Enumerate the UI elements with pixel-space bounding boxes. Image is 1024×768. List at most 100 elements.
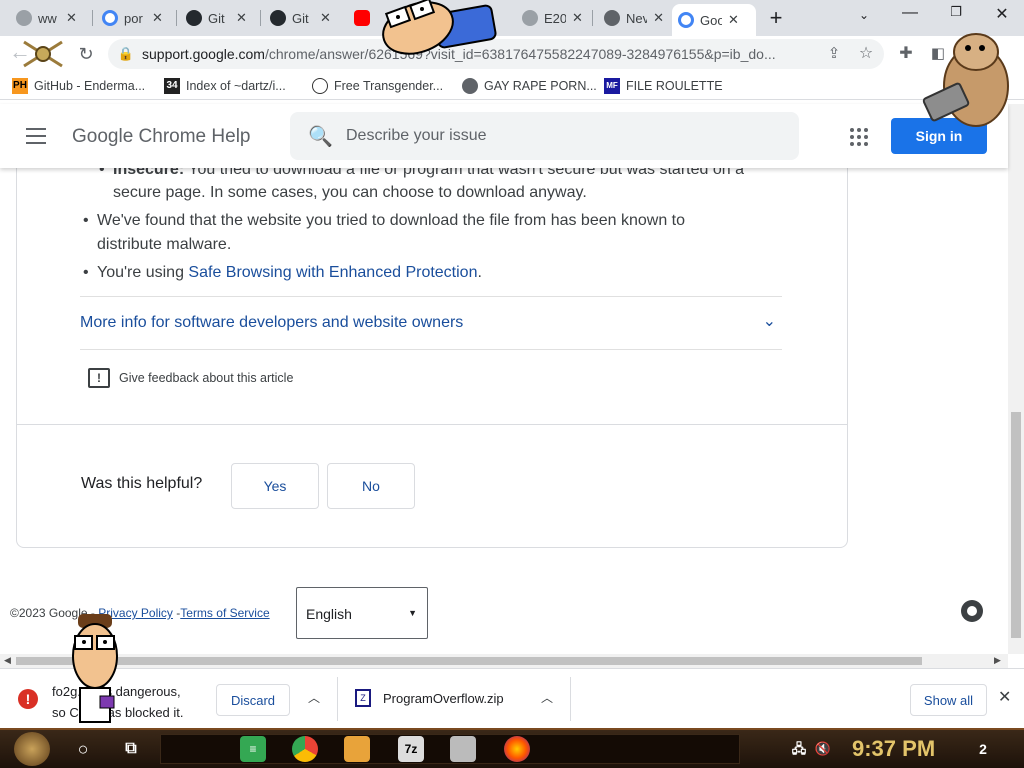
menu-hamburger-icon[interactable]: [26, 128, 46, 144]
lock-icon[interactable]: 🔒: [114, 42, 138, 66]
bookmark-star-icon[interactable]: ☆: [854, 42, 878, 66]
close-shelf-icon[interactable]: ✕: [998, 687, 1011, 707]
close-tab-icon[interactable]: ✕: [320, 10, 331, 26]
tab-2[interactable]: por ✕: [96, 4, 176, 32]
github-icon: [186, 10, 202, 26]
globe-icon: [462, 78, 478, 94]
tab-active[interactable]: Goo ✕: [672, 4, 756, 36]
scroll-left-icon[interactable]: ◀: [4, 655, 11, 666]
help-search[interactable]: 🔍: [290, 112, 799, 160]
google-apps-grid-icon[interactable]: [850, 128, 868, 146]
clock[interactable]: 9:37 PM: [852, 736, 935, 762]
helpful-no-button[interactable]: No: [327, 463, 415, 509]
download-file-name[interactable]: ProgramOverflow.zip: [383, 691, 504, 706]
browser-toolbar: ← ↻ 🔒 support.google.com/chrome/answer/6…: [0, 36, 1024, 72]
feedback-link[interactable]: ! Give feedback about this article: [88, 368, 293, 388]
bookmark-item[interactable]: MF FILE ROULETTE: [604, 77, 723, 95]
language-select[interactable]: English ▼: [296, 587, 428, 639]
more-info-expander[interactable]: More info for software developers and we…: [80, 296, 782, 350]
crossed-swords-sticker: [23, 40, 63, 68]
scrollbar-thumb[interactable]: [16, 657, 922, 665]
github-icon: [270, 10, 286, 26]
horizontal-scrollbar[interactable]: ◀ ▶: [0, 654, 1008, 668]
bookmark-item[interactable]: PH GitHub - Enderma...: [12, 77, 145, 95]
list-item: • Insecure: You tried to download a file…: [99, 168, 744, 178]
reload-icon[interactable]: ↻: [74, 42, 98, 66]
list-item-continuation: distribute malware.: [97, 236, 232, 253]
dropdown-arrow-icon: ▼: [408, 608, 417, 618]
hamster-sticker: [922, 33, 1009, 127]
tab-strip: ww ✕ por ✕ Git ✕ Git ✕ E20 ✕ Nev ✕ Goo ✕…: [0, 0, 1024, 36]
chrome-icon[interactable]: [292, 736, 318, 762]
search-input[interactable]: [346, 124, 776, 148]
task-view-icon[interactable]: ⧉: [118, 736, 144, 762]
url-path: /chrome/answer/6261569?visit_id=63817647…: [264, 46, 776, 62]
help-header: Google Chrome Help 🔍 Sign in: [0, 104, 1008, 168]
bookmark-item[interactable]: GAY RAPE PORN...: [462, 77, 597, 95]
minimize-button[interactable]: —: [892, 4, 928, 24]
bookmarks-bar: PH GitHub - Enderma... 34 Index of ~dart…: [0, 72, 1024, 100]
volume-muted-icon[interactable]: 🔇: [810, 736, 836, 762]
danger-icon: !: [18, 689, 38, 709]
show-all-button[interactable]: Show all: [910, 684, 987, 716]
google-icon: [102, 10, 118, 26]
bookmark-item[interactable]: 34 Index of ~dartz/i...: [164, 77, 286, 95]
firefox-icon[interactable]: [504, 736, 530, 762]
tab-7[interactable]: Nev ✕: [598, 4, 670, 32]
app-icon[interactable]: [450, 736, 476, 762]
helpful-yes-button[interactable]: Yes: [231, 463, 319, 509]
safe-browsing-link[interactable]: Safe Browsing with Enhanced Protection: [188, 264, 477, 281]
tab-4[interactable]: Git ✕: [264, 4, 344, 32]
close-tab-icon[interactable]: ✕: [728, 12, 739, 28]
close-tab-icon[interactable]: ✕: [572, 10, 583, 26]
dark-mode-toggle-icon[interactable]: [961, 600, 983, 622]
start-button[interactable]: [14, 732, 50, 766]
bookmark-item[interactable]: Free Transgender...: [312, 77, 443, 95]
url-domain: support.google.com: [142, 46, 265, 62]
search-circle-icon[interactable]: ○: [70, 736, 96, 762]
network-icon[interactable]: 🖧: [786, 736, 812, 762]
tab-search-chevron-icon[interactable]: ⌄: [846, 8, 882, 28]
close-tab-icon[interactable]: ✕: [236, 10, 247, 26]
share-icon[interactable]: ⇪: [822, 42, 846, 66]
vertical-scrollbar[interactable]: [1008, 104, 1024, 654]
cartoon-man-sticker: [72, 614, 118, 723]
scrollbar-thumb[interactable]: [1011, 412, 1021, 638]
close-tab-icon[interactable]: ✕: [152, 10, 163, 26]
search-icon[interactable]: 🔍: [308, 124, 333, 149]
page-title[interactable]: Google Chrome Help: [72, 126, 250, 148]
terms-of-service-link[interactable]: Terms of Service: [180, 606, 269, 620]
restore-button[interactable]: ❐: [938, 4, 974, 24]
chevron-up-icon[interactable]: ︿: [541, 689, 553, 706]
list-item: • We've found that the website you tried …: [83, 212, 686, 229]
close-window-button[interactable]: ✕: [984, 4, 1020, 24]
file-explorer-icon[interactable]: [344, 736, 370, 762]
7zip-icon[interactable]: 7z: [398, 736, 424, 762]
extensions-puzzle-icon[interactable]: ✚: [894, 42, 918, 66]
scroll-right-icon[interactable]: ▶: [994, 655, 1001, 666]
globe-icon: [522, 10, 538, 26]
footer-links: ©2023 Google - Privacy Policy -Terms of …: [10, 606, 270, 620]
new-tab-button[interactable]: +: [758, 5, 794, 30]
more-info-label: More info for software developers and we…: [80, 314, 464, 331]
helpful-question: Was this helpful?: [81, 475, 203, 492]
tab-6[interactable]: E20 ✕: [516, 4, 590, 32]
notifications-icon[interactable]: 2: [970, 736, 996, 762]
chevron-up-icon[interactable]: ︿: [308, 689, 320, 706]
chrome-icon: [604, 10, 620, 26]
download-shelf: ! fo2g... p is dangerous, so Ch... has b…: [0, 668, 1024, 728]
feedback-icon: !: [88, 368, 110, 388]
close-tab-icon[interactable]: ✕: [66, 10, 77, 26]
google-icon: [678, 12, 694, 28]
close-tab-icon[interactable]: ✕: [653, 10, 664, 26]
divider: [16, 424, 848, 425]
chevron-down-icon: ⌄: [762, 313, 776, 330]
mask-icon: [312, 78, 328, 94]
globe-icon: [16, 10, 32, 26]
youtube-icon: [354, 10, 370, 26]
sheets-icon[interactable]: ≡: [240, 736, 266, 762]
tab-1[interactable]: ww ✕: [10, 4, 94, 32]
discard-button[interactable]: Discard: [216, 684, 290, 716]
tab-3[interactable]: Git ✕: [180, 4, 260, 32]
zip-file-icon: Z: [355, 689, 371, 707]
